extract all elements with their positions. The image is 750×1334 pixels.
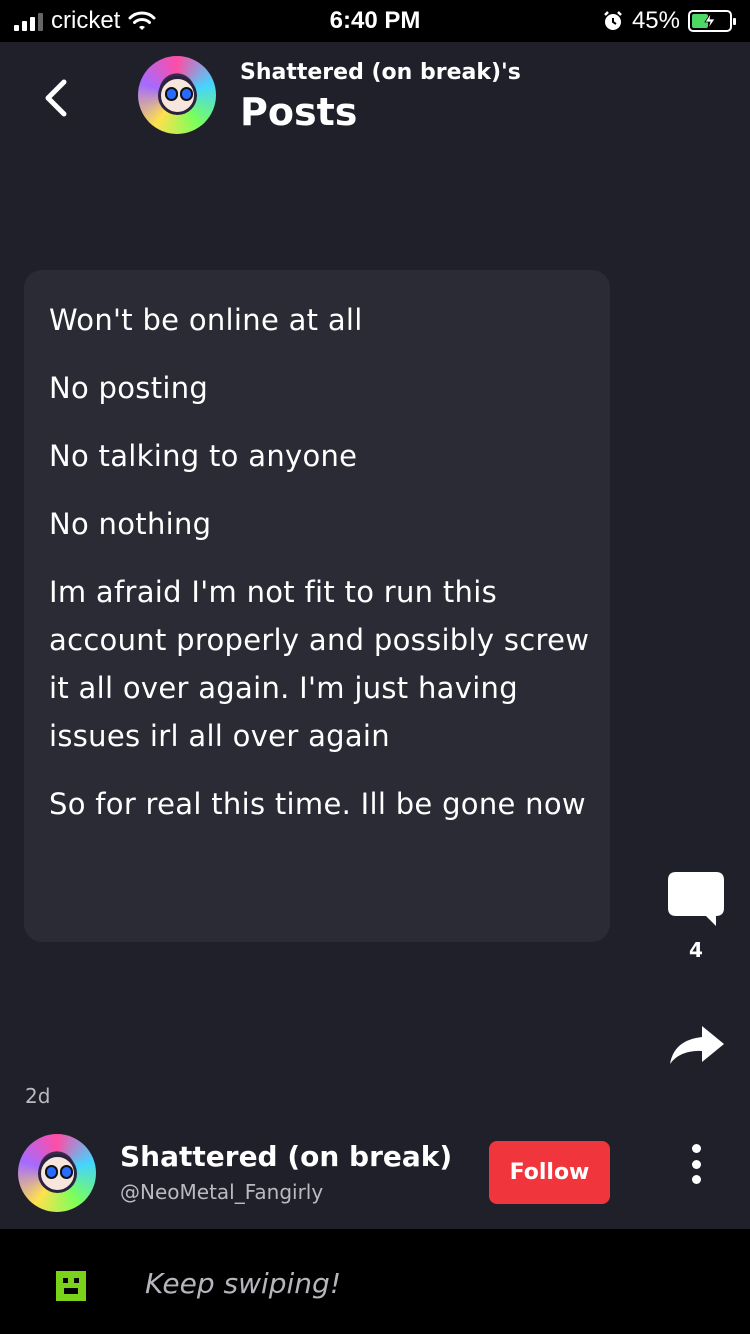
author-handle: @NeoMetal_Fangirly [120, 1180, 324, 1204]
page-header: Shattered (on break)'s Posts [0, 42, 750, 152]
post-paragraph: No talking to anyone [49, 439, 358, 473]
bottom-bar: Keep swiping! [0, 1229, 750, 1334]
battery-percent: 45% [631, 7, 680, 34]
status-bar: cricket 6:40 PM 45% [0, 0, 750, 42]
post-paragraph: No nothing [49, 507, 212, 541]
post-paragraph: No posting [49, 371, 209, 405]
status-right: 45% [602, 7, 736, 35]
header-avatar[interactable] [138, 56, 216, 134]
post-paragraph: So for real this time. Ill be gone now [49, 787, 586, 821]
comment-icon[interactable] [666, 868, 726, 928]
post-paragraph: Won't be online at all [49, 303, 363, 337]
author-name[interactable]: Shattered (on break) [120, 1140, 452, 1173]
post-paragraph: Im afraid I'm not fit to run this accoun… [49, 575, 590, 753]
keep-swiping-text: Keep swiping! [145, 1267, 342, 1300]
comment-count: 4 [689, 938, 703, 962]
post-timestamp: 2d [25, 1084, 51, 1108]
header-subtitle: Shattered (on break)'s [240, 60, 521, 85]
more-options-icon[interactable] [684, 1144, 708, 1184]
author-avatar[interactable] [18, 1134, 96, 1212]
alarm-icon [604, 11, 622, 30]
page-title: Posts [240, 90, 358, 134]
battery-icon [688, 10, 736, 32]
share-icon[interactable] [666, 1022, 726, 1068]
post-card[interactable]: Won't be online at all No posting No tal… [24, 270, 610, 942]
follow-button[interactable]: Follow [489, 1141, 610, 1204]
robot-face-icon [56, 1271, 86, 1301]
author-row: Shattered (on break) @NeoMetal_Fangirly … [0, 1130, 750, 1220]
back-chevron-icon[interactable] [36, 76, 76, 120]
